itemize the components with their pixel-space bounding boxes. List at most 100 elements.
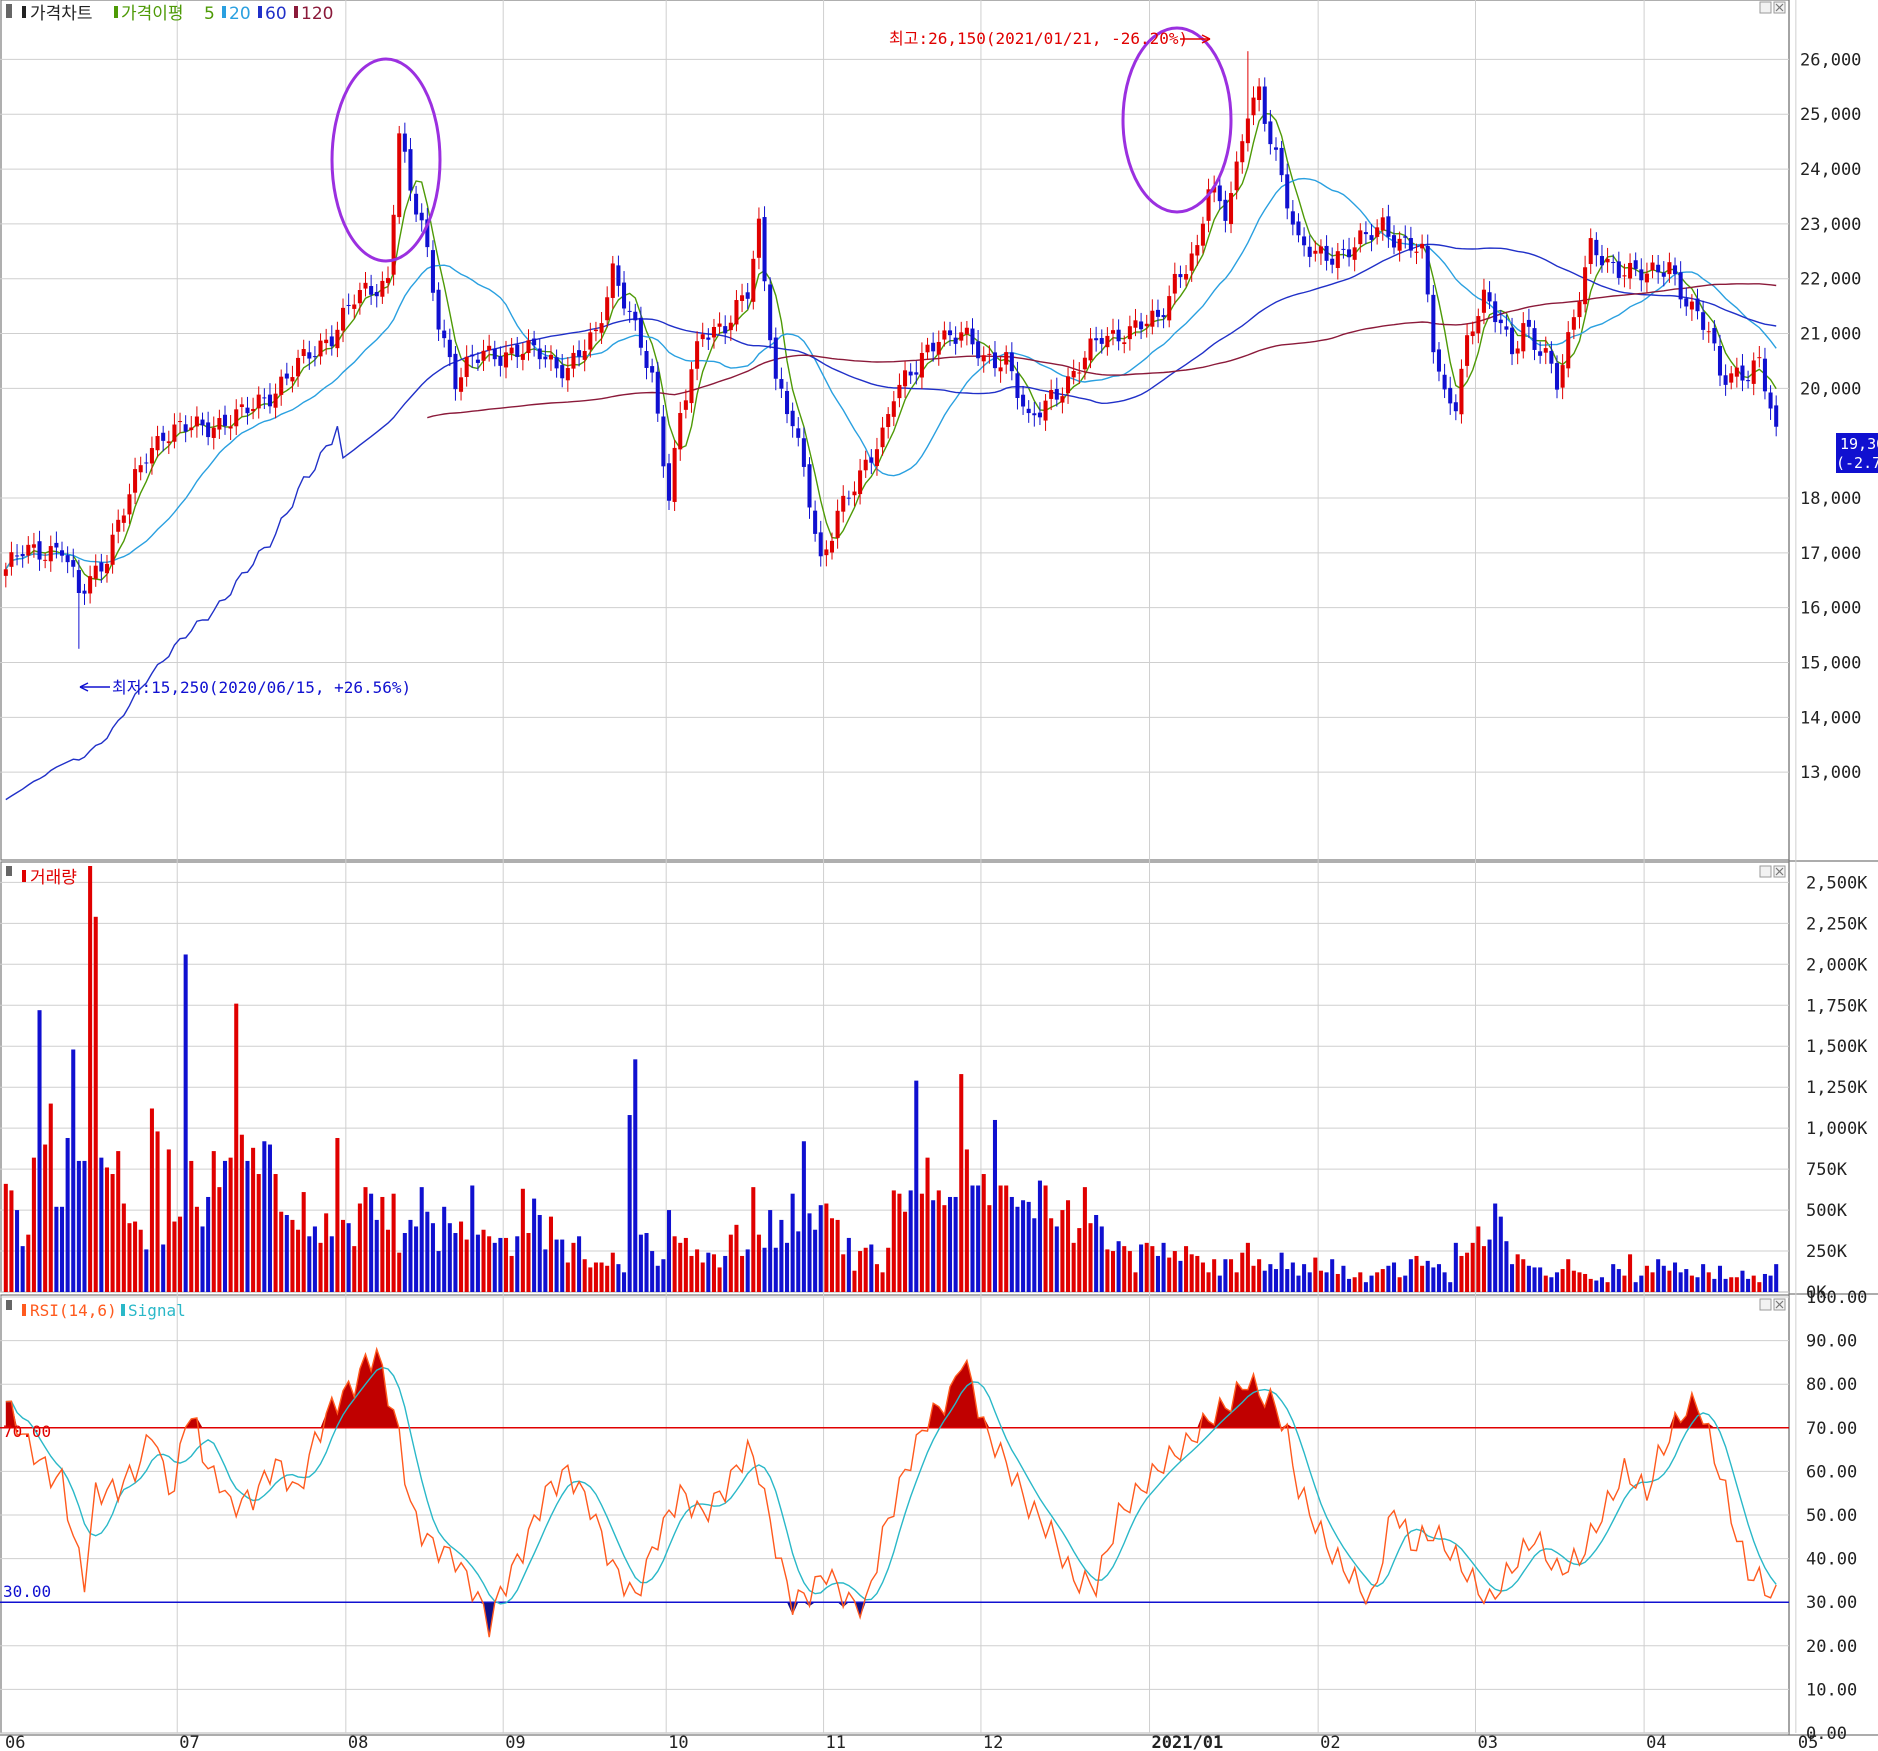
- volume-bar: [1414, 1255, 1419, 1292]
- volume-bar: [768, 1210, 773, 1292]
- volume-bar: [1487, 1239, 1492, 1292]
- volume-bar: [1335, 1273, 1340, 1292]
- candle-body: [1021, 394, 1026, 407]
- volume-bar: [65, 1137, 70, 1292]
- candle-body: [312, 356, 317, 358]
- candle-body: [813, 510, 818, 534]
- volume-bar: [1060, 1210, 1065, 1292]
- candle-body: [1549, 350, 1554, 364]
- volume-bar: [161, 1244, 166, 1292]
- candle-body: [234, 409, 239, 427]
- candle-body: [1493, 301, 1498, 323]
- candle-body: [891, 401, 896, 417]
- volume-bar: [1549, 1277, 1554, 1292]
- volume-bar: [790, 1193, 795, 1292]
- candle-body: [1391, 235, 1397, 248]
- candle-body: [149, 448, 154, 464]
- volume-bar: [1656, 1259, 1661, 1292]
- candle-body: [706, 337, 711, 340]
- volume-bar: [874, 1264, 879, 1292]
- candle-body: [1352, 247, 1357, 260]
- volume-bar: [1296, 1275, 1301, 1292]
- volume-bar: [1341, 1265, 1346, 1292]
- price-y-tick: 20,000: [1800, 379, 1861, 399]
- candle-body: [599, 323, 604, 333]
- volume-bar: [324, 1213, 329, 1292]
- price-y-tick: 16,000: [1800, 599, 1861, 619]
- candle-body: [1628, 262, 1633, 279]
- price-y-tick: 24,000: [1800, 160, 1861, 180]
- volume-bar: [498, 1237, 503, 1292]
- volume-bar: [919, 1193, 924, 1292]
- volume-bar: [706, 1252, 711, 1292]
- candle-body: [104, 563, 109, 574]
- volume-bar: [1403, 1275, 1408, 1292]
- candle-body: [1335, 251, 1340, 268]
- volume-bar: [1774, 1264, 1779, 1292]
- volume-bar: [869, 1244, 874, 1292]
- candle-body: [886, 414, 891, 427]
- volume-bar: [582, 1259, 587, 1292]
- candle-body: [93, 565, 98, 579]
- volume-bar: [245, 1160, 250, 1292]
- candle-body: [1476, 316, 1481, 334]
- candle-body: [1071, 371, 1076, 378]
- volume-bar: [267, 1144, 272, 1292]
- volume-bar: [672, 1236, 677, 1292]
- volume-bar: [1734, 1277, 1739, 1292]
- volume-bar: [1628, 1254, 1633, 1292]
- candle-body: [436, 289, 441, 330]
- candle-body: [352, 304, 357, 309]
- candle-body: [346, 304, 351, 306]
- candle-body: [1577, 301, 1582, 318]
- volume-bar: [138, 1229, 143, 1292]
- volume-y-tick: 1,500K: [1806, 1037, 1868, 1057]
- volume-bar: [633, 1059, 638, 1292]
- volume-bar: [1538, 1267, 1543, 1292]
- volume-bar: [813, 1229, 818, 1292]
- rsi-y-tick: 50.00: [1806, 1506, 1857, 1526]
- volume-bar: [1043, 1185, 1048, 1292]
- volume-bar: [554, 1239, 559, 1292]
- candle-body: [1487, 292, 1492, 302]
- volume-bar: [1470, 1242, 1475, 1292]
- volume-bar: [363, 1187, 368, 1292]
- volume-bar: [155, 1131, 160, 1292]
- candle-body: [397, 133, 402, 218]
- volume-bar: [217, 1187, 222, 1292]
- volume-bar: [1453, 1242, 1458, 1292]
- candle-body: [1712, 328, 1717, 344]
- candle-body: [59, 550, 65, 556]
- candle-body: [768, 284, 773, 341]
- legend-chart-label: 가격차트: [30, 4, 93, 24]
- candle-body: [1481, 289, 1486, 313]
- volume-bar: [1397, 1277, 1402, 1292]
- volume-bar: [526, 1233, 531, 1292]
- candle-body: [1554, 363, 1560, 390]
- price-y-tick: 26,000: [1800, 50, 1861, 70]
- candle-body: [1695, 298, 1700, 312]
- volume-bar: [335, 1137, 340, 1292]
- volume-bar: [1768, 1275, 1773, 1292]
- candle-body: [1200, 223, 1205, 246]
- x-tick-label: 09: [505, 1733, 525, 1751]
- candle-body: [1172, 273, 1177, 294]
- candle-body: [577, 350, 582, 357]
- candle-body: [548, 354, 553, 360]
- volume-bar: [1594, 1280, 1599, 1292]
- volume-bar: [773, 1247, 778, 1292]
- volume-bar: [964, 1149, 969, 1292]
- candle-body: [627, 310, 632, 312]
- last-change: (-2.77%): [1836, 454, 1878, 472]
- volume-bar: [1560, 1269, 1565, 1292]
- volume-bar: [1717, 1265, 1723, 1292]
- volume-bar: [998, 1185, 1003, 1292]
- volume-bar: [543, 1249, 548, 1292]
- candle-body: [121, 515, 126, 523]
- candle-body: [1122, 342, 1127, 345]
- candle-body: [689, 369, 694, 404]
- legend-signal: Signal: [128, 1301, 186, 1320]
- volume-bar: [1122, 1246, 1127, 1292]
- volume-bar: [1757, 1282, 1762, 1292]
- candle-body: [1302, 236, 1307, 246]
